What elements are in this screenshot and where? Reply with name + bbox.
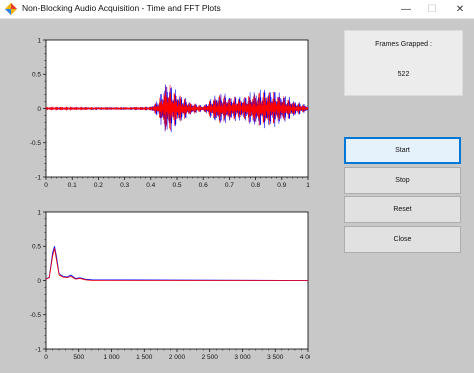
time-plot-svg: 10.50-0.5-10 0.1 0.2 0.3 0.4 0.5 0.6 0.7 0.8 0.9 1 [30, 37, 310, 189]
x-tick-label: 3 000 [234, 354, 251, 361]
y-tick-label: 0 [37, 106, 41, 113]
x-tick-label: 2 500 [202, 354, 219, 361]
x-tick-label: 4 000 [300, 354, 310, 361]
reset-button[interactable]: Reset [344, 196, 461, 223]
x-tick-label: 0.1 [68, 182, 77, 189]
stop-button[interactable]: Stop [344, 167, 461, 194]
x-tick-label: 0.5 [172, 182, 181, 189]
fft-plot-svg: 10.50-0.5-10 500 1 000 1 500 2 000 2 500 3 000… [30, 209, 310, 361]
y-tick-label: 1 [37, 37, 41, 44]
y-tick-label: -1 [35, 346, 41, 353]
frames-panel: Frames Grapped : 522 [344, 30, 463, 96]
x-tick-label: 0.3 [120, 182, 129, 189]
x-tick-label: 0.9 [277, 182, 286, 189]
x-tick-label: 0 [44, 182, 48, 189]
y-tick-label: 0.5 [32, 244, 41, 251]
frames-label: Frames Grapped : [375, 41, 432, 48]
maximize-button[interactable]: ☐ [418, 0, 446, 18]
y-tick-label: -0.5 [30, 140, 42, 147]
y-tick-label: -0.5 [30, 312, 42, 319]
start-button[interactable]: Start [344, 137, 461, 164]
x-tick-label: 2 000 [169, 354, 186, 361]
y-tick-label: -1 [35, 174, 41, 181]
x-tick-label: 1 500 [136, 354, 153, 361]
x-tick-label: 3 500 [267, 354, 284, 361]
y-tick-label: 1 [37, 209, 41, 216]
x-tick-label: 0.2 [94, 182, 103, 189]
x-tick-label: 1 [306, 182, 310, 189]
x-tick-label: 0.7 [225, 182, 234, 189]
x-tick-label: 0.6 [199, 182, 208, 189]
fft-plot: 1 0.5 0 -0.5 -1 0 500 1 000 1 500 2 000 2 500 3 000… [18, 204, 310, 362]
x-tick-label: 0.4 [146, 182, 155, 189]
close-button[interactable]: Close [344, 226, 461, 253]
y-tick-label: 0 [37, 278, 41, 285]
frames-value: 522 [397, 71, 410, 78]
x-tick-label: 0.8 [251, 182, 260, 189]
x-tick-label: 1 000 [103, 354, 120, 361]
x-tick-label: 0 [44, 354, 48, 361]
y-tick-label: 0.5 [32, 72, 41, 79]
title-bar: Non-Blocking Audio Acquisition - Time an… [0, 0, 474, 19]
app-icon [5, 3, 17, 15]
minimize-button[interactable]: — [392, 0, 420, 18]
x-tick-label: 500 [73, 354, 84, 361]
window-title: Non-Blocking Audio Acquisition - Time an… [22, 3, 221, 13]
close-window-button[interactable]: ✕ [446, 0, 474, 18]
time-plot: 1 0.5 0 -0.5 -1 0 0.1 0.2 0.3 0.4 0.5 0.6 0.7 0.8 0.9 1 [18, 32, 310, 190]
